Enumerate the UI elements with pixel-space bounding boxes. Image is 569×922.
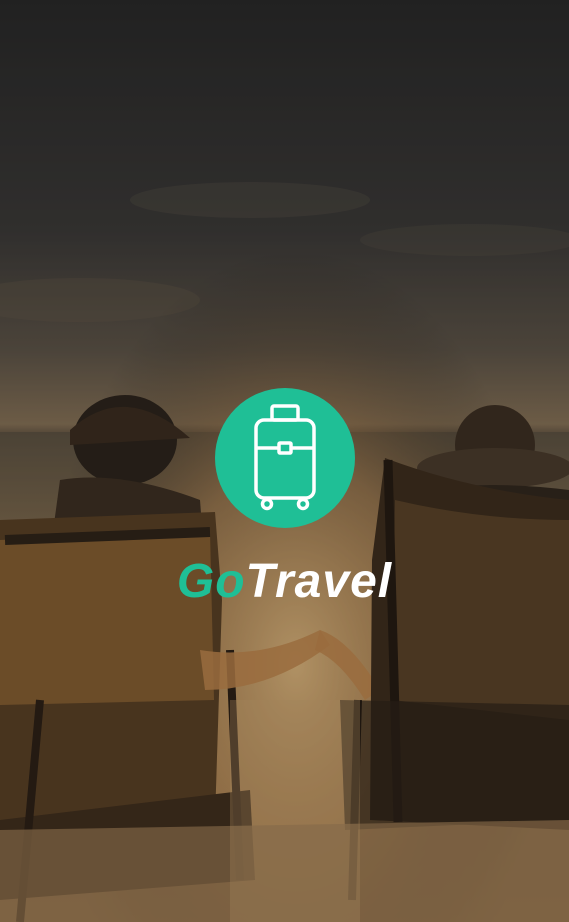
app-wordmark: GoTravel: [177, 558, 392, 606]
suitcase-icon: [253, 404, 316, 511]
splash-screen: GoTravel: [0, 0, 569, 922]
brand-travel-text: Travel: [245, 555, 393, 608]
brand-go-text: Go: [176, 555, 246, 608]
brand-logo-block: GoTravel: [0, 388, 569, 606]
logo-circle: [214, 388, 355, 528]
